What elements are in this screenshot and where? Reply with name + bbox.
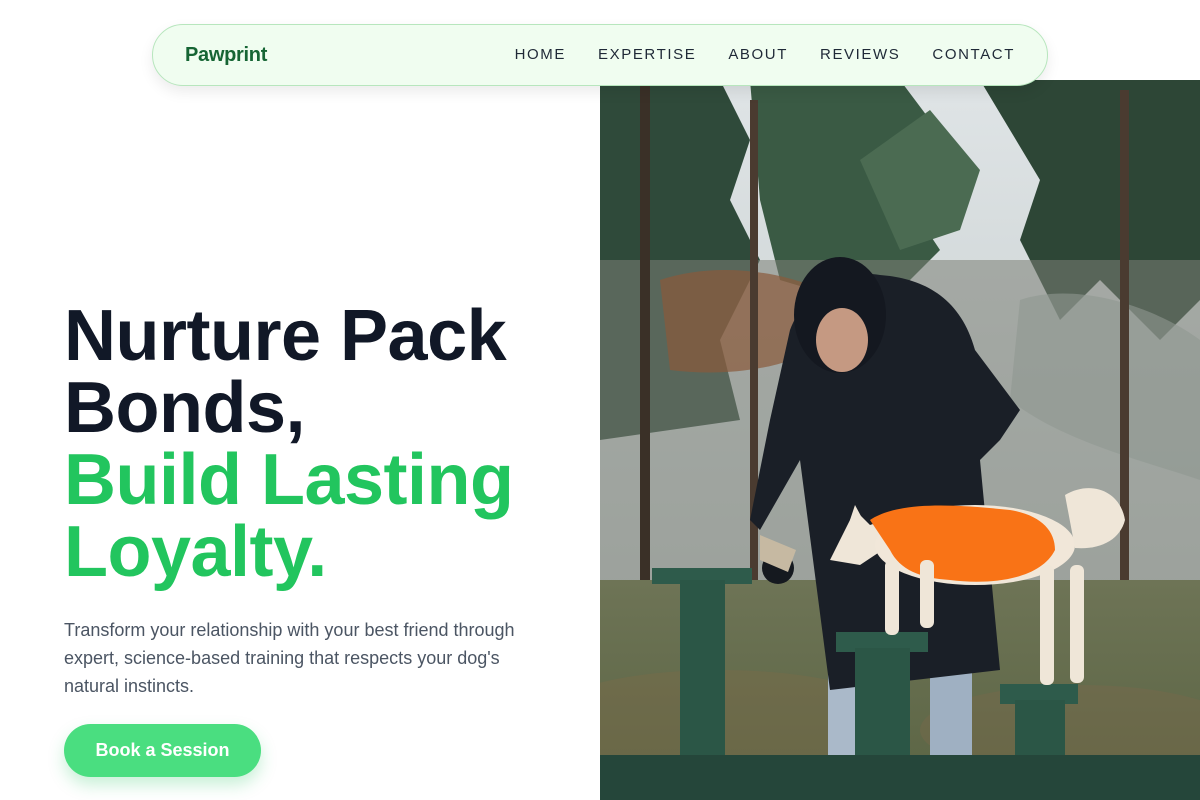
headline-accent-line-2: Loyalty. (64, 512, 327, 592)
nav-links: HOME EXPERTISE ABOUT REVIEWS CONTACT (515, 46, 1015, 64)
headline-accent-line-1: Build Lasting (64, 440, 514, 520)
headline-line-2: Bonds, (64, 368, 305, 448)
hero-subtitle: Transform your relationship with your be… (64, 620, 515, 696)
nav-link-home[interactable]: HOME (515, 46, 566, 63)
top-navbar: Pawprint HOME EXPERTISE ABOUT REVIEWS CO… (152, 24, 1048, 86)
nav-link-contact[interactable]: CONTACT (932, 46, 1015, 63)
nav-link-expertise[interactable]: EXPERTISE (598, 46, 696, 63)
hero-text: Nurture Pack Bonds, Build Lasting Loyalt… (64, 300, 584, 700)
nav-link-reviews[interactable]: REVIEWS (820, 46, 900, 63)
hero-photo (600, 80, 1200, 800)
dog-training-photo (600, 80, 1200, 800)
nav-link-about[interactable]: ABOUT (728, 46, 788, 63)
headline-line-1: Nurture Pack (64, 296, 507, 376)
hero-headline: Nurture Pack Bonds, Build Lasting Loyalt… (64, 300, 584, 588)
landing-page: Pawprint HOME EXPERTISE ABOUT REVIEWS CO… (0, 0, 1200, 800)
brand-logo[interactable]: Pawprint (185, 44, 267, 67)
book-session-button[interactable]: Book a Session (64, 724, 261, 777)
